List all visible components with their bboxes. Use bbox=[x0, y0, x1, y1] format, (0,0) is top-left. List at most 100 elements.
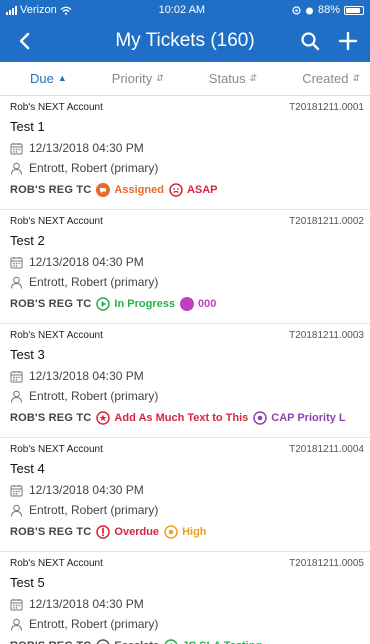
due-date-text: 12/13/2018 04:30 PM bbox=[29, 255, 144, 269]
star-icon bbox=[96, 411, 111, 425]
priority-tag: JC SLA Testing bbox=[164, 639, 262, 644]
ticket-group: ROB'S REG TC bbox=[10, 184, 92, 196]
due-date-text: 12/13/2018 04:30 PM bbox=[29, 483, 144, 497]
ticket-row[interactable]: Rob's NEXT Account T20181211.0003 Test 3… bbox=[0, 324, 370, 438]
calendar-icon bbox=[10, 484, 23, 496]
status-tag: Assigned bbox=[96, 183, 164, 197]
exclamation-icon bbox=[96, 525, 111, 539]
sort-label: Status bbox=[208, 71, 246, 86]
face-icon bbox=[169, 183, 183, 197]
bolt-icon bbox=[164, 639, 178, 644]
ticket-id: T20181211.0003 bbox=[289, 330, 364, 341]
ticket-row[interactable]: Rob's NEXT Account T20181211.0001 Test 1… bbox=[0, 96, 370, 210]
ticket-id: T20181211.0004 bbox=[289, 444, 364, 455]
ticket-tags: ROB'S REG TC In Progress 000 bbox=[10, 295, 370, 313]
priority-label: CAP Priority L bbox=[271, 412, 346, 424]
sort-arrows-icon: ⇵ bbox=[352, 73, 360, 83]
ticket-due-date: 12/13/2018 04:30 PM bbox=[10, 595, 370, 613]
status-tag: Escalate bbox=[96, 639, 159, 644]
ticket-contact: Entrott, Robert (primary) bbox=[10, 615, 370, 633]
priority-tag: CAP Priority L bbox=[253, 411, 346, 425]
ticket-tags: ROB'S REG TC Add As Much Text to This CA… bbox=[10, 409, 370, 427]
ticket-group: ROB'S REG TC bbox=[10, 640, 91, 644]
nav-bar: My Tickets (160) bbox=[0, 20, 370, 62]
person-icon bbox=[11, 390, 22, 403]
status-right: 88% bbox=[292, 4, 364, 16]
sort-label: Created bbox=[302, 71, 349, 86]
priority-tag: ASAP bbox=[169, 183, 218, 197]
ticket-title: Test 4 bbox=[10, 461, 45, 476]
status-label: In Progress bbox=[114, 298, 175, 310]
target-icon bbox=[164, 525, 178, 539]
sort-created[interactable]: Created ⇵ bbox=[302, 71, 360, 86]
wifi-icon bbox=[60, 6, 72, 15]
contact-text: Entrott, Robert (primary) bbox=[29, 161, 159, 175]
status-tag: Add As Much Text to This bbox=[96, 411, 248, 425]
priority-tag: 000 bbox=[179, 297, 216, 311]
sort-label: Due bbox=[30, 71, 54, 86]
person-icon bbox=[11, 504, 22, 517]
chevron-left-icon bbox=[19, 32, 30, 50]
ticket-tags: ROB'S REG TC Overdue High bbox=[10, 523, 370, 541]
ticket-due-date: 12/13/2018 04:30 PM bbox=[10, 367, 370, 385]
play-icon bbox=[96, 297, 111, 311]
ticket-tags: ROB'S REG TC Assigned ASAP bbox=[10, 181, 370, 199]
sort-priority[interactable]: Priority ⇵ bbox=[112, 71, 164, 86]
ticket-id: T20181211.0002 bbox=[289, 216, 364, 227]
ticket-title: Test 1 bbox=[10, 119, 45, 134]
status-label: Assigned bbox=[114, 184, 164, 196]
priority-label: High bbox=[182, 526, 207, 538]
ticket-title: Test 3 bbox=[10, 347, 45, 362]
ticket-due-date: 12/13/2018 04:30 PM bbox=[10, 253, 370, 271]
ticket-group: ROB'S REG TC bbox=[10, 412, 92, 424]
search-icon bbox=[301, 32, 320, 51]
add-ticket-button[interactable] bbox=[334, 27, 362, 55]
ticket-title: Test 2 bbox=[10, 233, 45, 248]
ticket-id: T20181211.0001 bbox=[289, 102, 364, 113]
alarm-icon bbox=[305, 7, 313, 14]
dot-icon bbox=[179, 297, 194, 311]
calendar-icon bbox=[10, 370, 23, 382]
ticket-group: ROB'S REG TC bbox=[10, 526, 92, 538]
contact-text: Entrott, Robert (primary) bbox=[29, 275, 159, 289]
signal-icon bbox=[6, 5, 17, 15]
target-icon bbox=[96, 639, 110, 644]
plus-icon bbox=[338, 31, 358, 51]
status-time: 10:02 AM bbox=[158, 4, 206, 16]
ticket-contact: Entrott, Robert (primary) bbox=[10, 387, 370, 405]
location-icon bbox=[292, 5, 301, 15]
ticket-tags: ROB'S REG TC Escalate JC SLA Testing bbox=[10, 637, 370, 644]
sort-status[interactable]: Status ⇵ bbox=[209, 71, 257, 86]
ticket-row[interactable]: Rob's NEXT Account T20181211.0005 Test 5… bbox=[0, 552, 370, 644]
search-button[interactable] bbox=[296, 27, 324, 55]
contact-text: Entrott, Robert (primary) bbox=[29, 503, 159, 517]
calendar-icon bbox=[10, 142, 23, 154]
contact-text: Entrott, Robert (primary) bbox=[29, 389, 159, 403]
back-button[interactable] bbox=[10, 27, 38, 55]
status-label: Add As Much Text to This bbox=[114, 412, 249, 424]
due-date-text: 12/13/2018 04:30 PM bbox=[29, 597, 144, 611]
ticket-row[interactable]: Rob's NEXT Account T20181211.0002 Test 2… bbox=[0, 210, 370, 324]
status-bar: Verizon 10:02 AM 88% bbox=[0, 0, 370, 20]
target-icon bbox=[253, 411, 268, 425]
battery-percent: 88% bbox=[317, 4, 340, 16]
ticket-row[interactable]: Rob's NEXT Account T20181211.0004 Test 4… bbox=[0, 438, 370, 552]
ticket-id: T20181211.0005 bbox=[289, 558, 364, 569]
sort-label: Priority bbox=[111, 71, 153, 86]
status-tag: In Progress bbox=[96, 297, 175, 311]
chat-icon bbox=[96, 183, 111, 197]
battery-icon bbox=[344, 5, 364, 15]
person-icon bbox=[11, 276, 22, 289]
ticket-due-date: 12/13/2018 04:30 PM bbox=[10, 481, 370, 499]
sort-due[interactable]: Due ▲︎ bbox=[30, 71, 67, 86]
due-date-text: 12/13/2018 04:30 PM bbox=[29, 369, 144, 383]
person-icon bbox=[11, 162, 22, 175]
battery-fill bbox=[346, 7, 361, 13]
sort-bar: Due ▲︎ Priority ⇵ Status ⇵ Created ⇵ bbox=[0, 62, 370, 96]
calendar-icon bbox=[10, 256, 23, 268]
priority-label: JC SLA Testing bbox=[182, 640, 262, 644]
person-icon bbox=[11, 618, 22, 631]
ticket-contact: Entrott, Robert (primary) bbox=[10, 501, 370, 519]
status-left: Verizon bbox=[6, 4, 72, 16]
priority-tag: High bbox=[164, 525, 207, 539]
